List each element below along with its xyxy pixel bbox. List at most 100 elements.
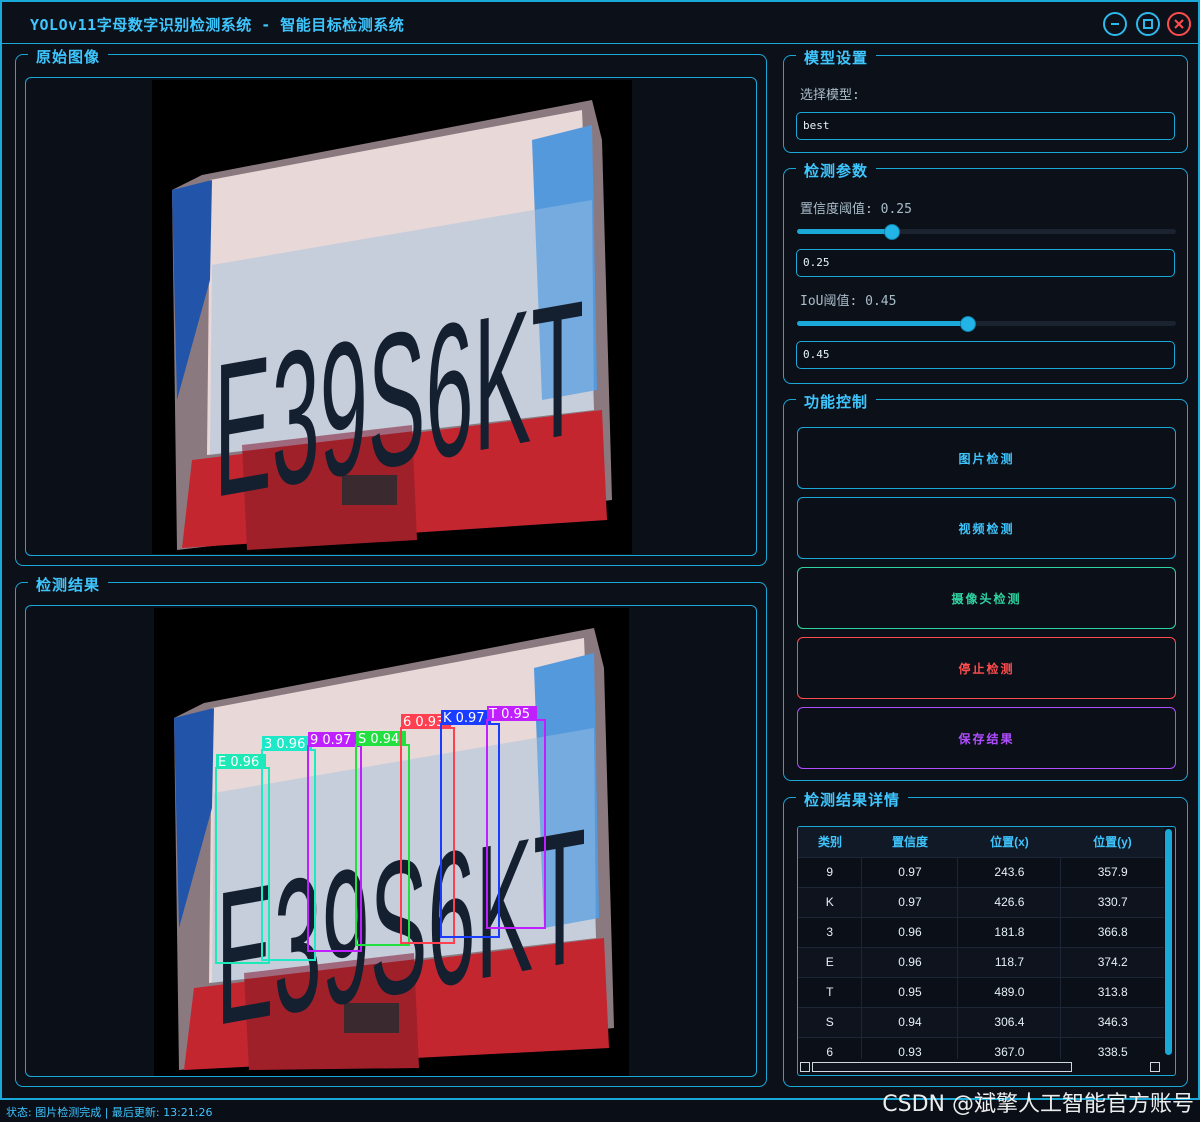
model-select-value: best	[803, 119, 830, 132]
table-cell: T	[798, 977, 863, 1008]
table-row[interactable]: E 0.96 118.7 374.2	[798, 947, 1164, 978]
minimize-icon[interactable]	[1103, 12, 1127, 36]
original-image-title: 原始图像	[28, 46, 109, 67]
table-cell: 489.0	[957, 977, 1062, 1008]
confidence-label: 置信度阈值: 0.25	[800, 202, 912, 217]
iou-input-value: 0.45	[803, 348, 830, 361]
function-control-title: 功能控制	[796, 391, 877, 412]
table-row[interactable]: K 0.97 426.6 330.7	[798, 887, 1164, 918]
detection-details-title: 检测结果详情	[796, 789, 909, 810]
table-header-row: 类别 置信度 位置(x) 位置(y)	[798, 827, 1164, 858]
result-image-frame: E39S6KT E 0.96 3 0.96 9 0.97 S 0.94 6 0.93 K …	[25, 605, 757, 1077]
detection-label: K 0.97	[443, 711, 485, 726]
table-cell: 426.6	[957, 887, 1062, 918]
detection-label: 6 0.93	[403, 715, 444, 730]
app-window: YOLOv11字母数字识别检测系统 - 智能目标检测系统 原始图像 E39S6K…	[0, 0, 1200, 1100]
detection-params-panel: 检测参数 置信度阈值: 0.25 0.25 IoU阈值: 0.45 0.45	[783, 160, 1188, 384]
table-header-cell[interactable]: 类别	[798, 827, 862, 858]
image-detect-button[interactable]: 图片检测	[797, 427, 1176, 489]
table-cell: 357.9	[1060, 857, 1164, 888]
iou-input[interactable]: 0.45	[796, 341, 1175, 369]
table-cell: 243.6	[957, 857, 1062, 888]
iou-slider-handle[interactable]	[960, 316, 976, 332]
table-cell: 9	[798, 857, 863, 888]
result-image-title: 检测结果	[28, 574, 109, 595]
scroll-left-icon[interactable]	[800, 1062, 810, 1072]
detection-table-frame: 类别 置信度 位置(x) 位置(y) 9 0.97 243.6 357.9 K 0.97 426.…	[797, 826, 1176, 1076]
status-bar: 状态: 图片检测完成 | 最后更新: 13:21:26	[6, 1106, 213, 1119]
detection-label: 3 0.96	[264, 737, 305, 752]
maximize-icon[interactable]	[1136, 12, 1160, 36]
detection-label: 9 0.97	[310, 733, 351, 748]
model-settings-panel: 模型设置 选择模型: best	[783, 47, 1188, 153]
save-result-button[interactable]: 保存结果	[797, 707, 1176, 769]
table-cell: 313.8	[1060, 977, 1164, 1008]
table-cell: 366.8	[1060, 917, 1164, 948]
detection-label: E 0.96	[218, 755, 259, 770]
iou-slider-fill	[797, 321, 968, 326]
table-cell: 181.8	[957, 917, 1062, 948]
table-cell: 330.7	[1060, 887, 1164, 918]
table-cell: E	[798, 947, 863, 978]
scroll-right-icon[interactable]	[1150, 1062, 1160, 1072]
table-row[interactable]: S 0.94 306.4 346.3	[798, 1007, 1164, 1038]
table-cell: 3	[798, 917, 863, 948]
confidence-input[interactable]: 0.25	[796, 249, 1175, 277]
table-cell: 306.4	[957, 1007, 1062, 1038]
horizontal-scrollbar-thumb[interactable]	[812, 1062, 1072, 1072]
confidence-input-value: 0.25	[803, 256, 830, 269]
detection-table-viewport: 类别 置信度 位置(x) 位置(y) 9 0.97 243.6 357.9 K 0.97 426.…	[798, 827, 1164, 1059]
original-image-frame: E39S6KT	[25, 77, 757, 556]
title-bar: YOLOv11字母数字识别检测系统 - 智能目标检测系统	[2, 2, 1198, 44]
table-row[interactable]: 6 0.93 367.0 338.5	[798, 1037, 1164, 1059]
confidence-slider-fill	[797, 229, 892, 234]
detection-table: 类别 置信度 位置(x) 位置(y) 9 0.97 243.6 357.9 K 0.97 426.…	[798, 827, 1164, 1059]
table-header-cell[interactable]: 置信度	[861, 827, 958, 858]
model-select[interactable]: best	[796, 112, 1175, 140]
camera-detect-button[interactable]: 摄像头检测	[797, 567, 1176, 629]
video-detect-button[interactable]: 视频检测	[797, 497, 1176, 559]
table-cell: 0.97	[861, 857, 959, 888]
model-select-label: 选择模型:	[800, 88, 860, 103]
table-row[interactable]: 9 0.97 243.6 357.9	[798, 857, 1164, 888]
table-cell: 0.96	[861, 947, 959, 978]
table-cell: 6	[798, 1037, 863, 1059]
detection-details-panel: 检测结果详情 类别 置信度 位置(x) 位置(y) 9 0.97 243.6 357.9 K 0…	[783, 789, 1188, 1087]
detection-label: S 0.94	[358, 732, 399, 747]
table-cell: 374.2	[1060, 947, 1164, 978]
confidence-slider[interactable]	[797, 224, 1176, 240]
table-header-cell[interactable]: 位置(y)	[1060, 827, 1164, 858]
function-control-panel: 功能控制 图片检测 视频检测 摄像头检测 停止检测 保存结果	[783, 391, 1188, 781]
vertical-scrollbar-thumb[interactable]	[1165, 829, 1172, 1055]
table-cell: 118.7	[957, 947, 1062, 978]
table-header-cell[interactable]: 位置(x)	[957, 827, 1061, 858]
table-row[interactable]: T 0.95 489.0 313.8	[798, 977, 1164, 1008]
iou-slider[interactable]	[797, 316, 1176, 332]
table-cell: 0.95	[861, 977, 959, 1008]
original-image-panel: 原始图像 E39S6KT	[15, 46, 767, 566]
table-cell: 0.93	[861, 1037, 959, 1059]
table-cell: 0.96	[861, 917, 959, 948]
table-cell: 367.0	[957, 1037, 1062, 1059]
close-icon[interactable]	[1167, 12, 1191, 36]
horizontal-scrollbar[interactable]	[798, 1061, 1164, 1073]
table-cell: 346.3	[1060, 1007, 1164, 1038]
table-row[interactable]: 3 0.96 181.8 366.8	[798, 917, 1164, 948]
table-cell: 338.5	[1060, 1037, 1164, 1059]
confidence-slider-handle[interactable]	[884, 224, 900, 240]
table-cell: 0.97	[861, 887, 959, 918]
detection-label: T 0.95	[488, 707, 530, 722]
table-cell: S	[798, 1007, 863, 1038]
vertical-scrollbar[interactable]	[1164, 827, 1173, 1059]
window-title: YOLOv11字母数字识别检测系统 - 智能目标检测系统	[30, 16, 405, 34]
watermark: CSDN @斌擎人工智能官方账号	[882, 1092, 1194, 1117]
table-body: 9 0.97 243.6 357.9 K 0.97 426.6 330.7 3 0.96 181.8…	[798, 857, 1164, 1059]
model-settings-title: 模型设置	[796, 47, 877, 68]
result-image: E39S6KT E 0.96 3 0.96 9 0.97 S 0.94 6 0.93 K …	[154, 608, 629, 1076]
detection-params-title: 检测参数	[796, 160, 877, 181]
table-cell: 0.94	[861, 1007, 959, 1038]
stop-detect-button[interactable]: 停止检测	[797, 637, 1176, 699]
original-image: E39S6KT	[152, 80, 632, 554]
iou-label: IoU阈值: 0.45	[800, 294, 897, 309]
result-image-panel: 检测结果 E39S6KT E 0.96 3 0.96 9 0.97 S 0.94 6 0…	[15, 574, 767, 1087]
